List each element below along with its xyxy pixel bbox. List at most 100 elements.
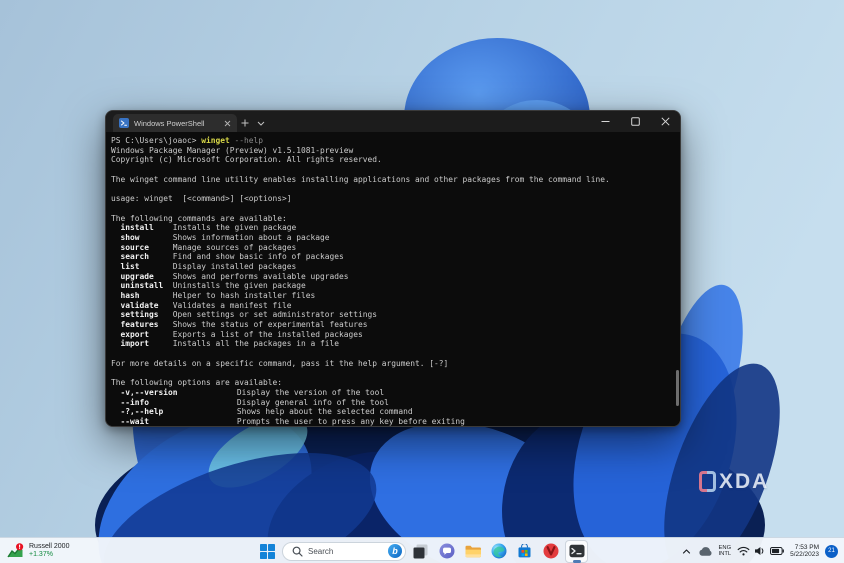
vivaldi-icon xyxy=(543,543,559,559)
quick-settings[interactable] xyxy=(737,546,784,556)
terminal-blank-line xyxy=(111,369,680,379)
task-view-button[interactable] xyxy=(409,540,432,563)
command-name: search xyxy=(121,252,173,262)
task-view-icon xyxy=(413,544,428,559)
option-name: --wait xyxy=(121,417,237,427)
system-tray: ENG INTL 7:53 PM 5/22/2023 21 xyxy=(681,538,838,563)
folder-icon xyxy=(465,545,481,558)
tab-windows-powershell[interactable]: Windows PowerShell xyxy=(113,114,237,132)
terminal-line: The following commands are available: xyxy=(111,214,680,224)
search-box[interactable]: Search b xyxy=(282,542,406,561)
clock[interactable]: 7:53 PM 5/22/2023 xyxy=(790,544,819,559)
edge-browser-button[interactable] xyxy=(487,540,510,563)
command-name: settings xyxy=(121,310,173,320)
terminal-line: For more details on a specific command, … xyxy=(111,359,680,369)
terminal-scrollbar[interactable] xyxy=(676,370,679,406)
terminal-line: The following options are available: xyxy=(111,378,680,388)
option-description: Shows help about the selected command xyxy=(237,407,413,416)
edge-icon xyxy=(491,543,507,559)
command-description: Installs the given package xyxy=(173,223,297,232)
chat-icon xyxy=(439,543,455,559)
command-description: Shows the status of experimental feature… xyxy=(173,320,368,329)
tab-dropdown-button[interactable] xyxy=(253,114,269,132)
option-description: Display general info of the tool xyxy=(237,398,389,407)
option-description: Display the version of the tool xyxy=(237,388,384,397)
store-icon xyxy=(517,544,532,559)
terminal-taskbar-button[interactable] xyxy=(565,540,588,563)
command-row: upgradeShows and performs available upgr… xyxy=(111,272,680,282)
command-name: uninstall xyxy=(121,281,173,291)
prompt-argument: --help xyxy=(230,136,263,145)
terminal-output[interactable]: PS C:\Users\joaoc> winget --help Windows… xyxy=(106,132,680,426)
command-row: hashHelper to hash installer files xyxy=(111,291,680,301)
terminal-line: usage: winget [<command>] [<options>] xyxy=(111,194,680,204)
maximize-button[interactable] xyxy=(620,111,650,132)
option-name: -v,--version xyxy=(121,388,237,398)
command-name: upgrade xyxy=(121,272,173,282)
close-button[interactable] xyxy=(650,111,680,132)
terminal-blank-line xyxy=(111,349,680,359)
option-row: -?,--helpShows help about the selected c… xyxy=(111,407,680,417)
language-indicator[interactable]: ENG INTL xyxy=(719,545,732,557)
xda-bracket-right-icon xyxy=(707,471,716,492)
microsoft-store-button[interactable] xyxy=(513,540,536,563)
new-tab-button[interactable] xyxy=(237,114,253,132)
terminal-blank-line xyxy=(111,184,680,194)
option-row: --infoDisplay general info of the tool xyxy=(111,398,680,408)
command-description: Shows information about a package xyxy=(173,233,330,242)
command-row: sourceManage sources of packages xyxy=(111,243,680,253)
command-row: exportExports a list of the installed pa… xyxy=(111,330,680,340)
terminal-prompt-line: PS C:\Users\joaoc> winget --help xyxy=(111,136,680,146)
tab-title: Windows PowerShell xyxy=(134,119,219,128)
vivaldi-browser-button[interactable] xyxy=(539,540,562,563)
taskbar-center: Search b xyxy=(256,538,588,563)
command-name: import xyxy=(121,339,173,349)
command-description: Shows and performs available upgrades xyxy=(173,272,349,281)
command-description: Installs all the packages in a file xyxy=(173,339,339,348)
language-bottom: INTL xyxy=(719,551,732,557)
taskbar: Russell 2000 +1.37% Search b xyxy=(0,537,844,563)
running-indicator xyxy=(573,560,581,563)
chat-button[interactable] xyxy=(435,540,458,563)
minimize-button[interactable] xyxy=(590,111,620,132)
widgets-button[interactable]: Russell 2000 +1.37% xyxy=(7,538,69,563)
stock-name: Russell 2000 xyxy=(29,543,69,551)
command-name: features xyxy=(121,320,173,330)
command-row: validateValidates a manifest file xyxy=(111,301,680,311)
command-row: installInstalls the given package xyxy=(111,223,680,233)
onedrive-cloud-icon[interactable] xyxy=(698,546,713,557)
command-description: Find and show basic info of packages xyxy=(173,252,344,261)
speaker-icon xyxy=(754,546,766,556)
command-name: source xyxy=(121,243,173,253)
search-icon xyxy=(292,546,303,557)
window-controls xyxy=(590,111,680,132)
command-description: Exports a list of the installed packages xyxy=(173,330,363,339)
terminal-icon xyxy=(569,543,585,559)
command-description: Uninstalls the given package xyxy=(173,281,306,290)
command-description: Validates a manifest file xyxy=(173,301,292,310)
windows-logo-icon xyxy=(260,544,275,559)
tray-time: 7:53 PM xyxy=(795,544,819,552)
command-name: hash xyxy=(121,291,173,301)
prompt-command: winget xyxy=(201,136,230,145)
tray-chevron-up-icon[interactable] xyxy=(681,546,692,557)
command-row: searchFind and show basic info of packag… xyxy=(111,252,680,262)
terminal-titlebar[interactable]: Windows PowerShell xyxy=(106,111,680,132)
command-name: list xyxy=(121,262,173,272)
command-name: validate xyxy=(121,301,173,311)
bing-icon[interactable]: b xyxy=(388,544,402,558)
start-button[interactable] xyxy=(256,540,279,563)
stock-change: +1.37% xyxy=(29,551,69,559)
command-description: Helper to hash installer files xyxy=(173,291,316,300)
powershell-icon xyxy=(119,118,129,128)
terminal-blank-line xyxy=(111,204,680,214)
option-name: --info xyxy=(121,398,237,408)
terminal-window[interactable]: Windows PowerShell PS C:\Users\joaoc> wi… xyxy=(105,110,681,427)
command-description: Manage sources of packages xyxy=(173,243,297,252)
tab-close-icon[interactable] xyxy=(224,120,231,127)
file-explorer-button[interactable] xyxy=(461,540,484,563)
notification-badge[interactable]: 21 xyxy=(825,545,838,558)
options-list: -v,--versionDisplay the version of the t… xyxy=(111,388,680,427)
option-row: --waitPrompts the user to press any key … xyxy=(111,417,680,427)
command-row: importInstalls all the packages in a fil… xyxy=(111,339,680,349)
